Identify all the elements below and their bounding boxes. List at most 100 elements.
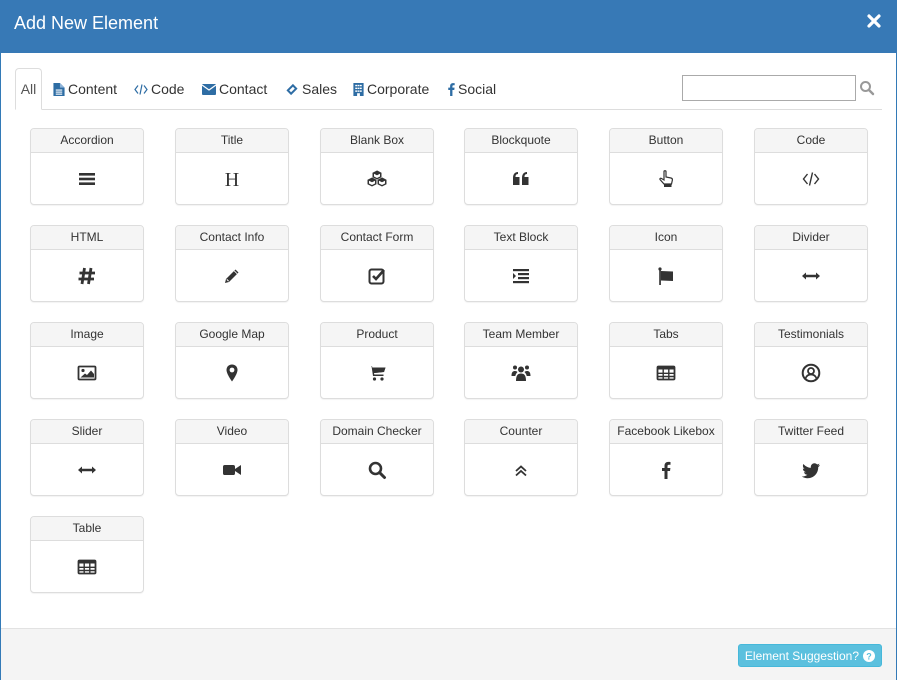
search-input[interactable] (682, 75, 856, 101)
element-card-body: H (176, 153, 288, 204)
tab-contact[interactable]: Contact (202, 68, 267, 110)
check-square-icon (368, 268, 385, 284)
element-card-body (31, 541, 143, 592)
element-card-contact-info[interactable]: Contact Info (175, 225, 289, 302)
tab-social[interactable]: Social (448, 68, 496, 110)
element-card-title: Contact Info (176, 226, 288, 250)
code-icon (134, 83, 148, 95)
element-suggestion-button[interactable]: Element Suggestion? ? (737, 644, 882, 667)
facebook-icon (662, 461, 671, 479)
element-card-testimonials[interactable]: Testimonials (754, 322, 868, 399)
users-icon (511, 365, 531, 381)
element-card-body (755, 250, 867, 301)
map-marker-icon (226, 364, 238, 381)
element-card-tabs[interactable]: Tabs (609, 322, 723, 399)
element-card-button[interactable]: Button (609, 128, 723, 205)
element-card-image[interactable]: Image (30, 322, 144, 399)
element-card-counter[interactable]: Counter (464, 419, 578, 496)
element-card-product[interactable]: Product (320, 322, 434, 399)
element-card-title: Text Block (465, 226, 577, 250)
element-card-body (465, 347, 577, 398)
element-card-body (321, 250, 433, 301)
element-card-title: Twitter Feed (755, 420, 867, 444)
element-card-text-block[interactable]: Text Block (464, 225, 578, 302)
element-card-title: Blockquote (465, 129, 577, 153)
tab-label: All (20, 81, 37, 97)
element-card-google-map[interactable]: Google Map (175, 322, 289, 399)
element-suggestion-label: Element Suggestion? (744, 648, 859, 663)
element-card-title: Button (610, 129, 722, 153)
element-card-icon[interactable]: Icon (609, 225, 723, 302)
element-card-body (755, 444, 867, 495)
tab-label: Sales (302, 81, 338, 97)
element-card-team-member[interactable]: Team Member (464, 322, 578, 399)
element-card-domain-checker[interactable]: Domain Checker (320, 419, 434, 496)
element-card-title: Facebook Likebox (610, 420, 722, 444)
element-card-title: Icon (610, 226, 722, 250)
video-camera-icon (223, 464, 241, 475)
element-card-slider[interactable]: Slider (30, 419, 144, 496)
element-card-blockquote[interactable]: Blockquote (464, 128, 578, 205)
element-card-body (31, 250, 143, 301)
building-icon (353, 82, 364, 96)
element-card-divider[interactable]: Divider (754, 225, 868, 302)
element-card-title: Image (31, 323, 143, 347)
hashtag-icon (78, 267, 95, 284)
tab-code[interactable]: Code (134, 68, 184, 110)
flag-icon (658, 266, 673, 285)
element-card-body (465, 444, 577, 495)
table-icon (656, 365, 676, 380)
element-card-accordion[interactable]: Accordion (30, 128, 144, 205)
hand-pointer-icon (659, 169, 674, 187)
element-card-title: Table (31, 517, 143, 541)
search-icon (860, 81, 875, 96)
element-card-blank-box[interactable]: Blank Box (320, 128, 434, 205)
element-card-title[interactable]: Title H (175, 128, 289, 205)
tab-sales[interactable]: Sales (285, 68, 337, 110)
tab-all[interactable]: All (15, 68, 42, 110)
element-card-video[interactable]: Video (175, 419, 289, 496)
svg-text:?: ? (866, 651, 872, 661)
element-card-body (31, 347, 143, 398)
element-card-title: Slider (31, 420, 143, 444)
cubes-icon (367, 169, 387, 187)
element-card-title: Video (176, 420, 288, 444)
modal-title: Add New Element (14, 13, 159, 33)
modal-header: Add New Element (0, 0, 897, 53)
indent-icon (513, 268, 529, 283)
svg-text:H: H (225, 169, 239, 189)
facebook-icon (448, 82, 455, 96)
tab-label: Code (151, 81, 185, 97)
envelope-icon (202, 83, 216, 95)
user-circle-icon (801, 363, 821, 382)
element-card-body (321, 444, 433, 495)
search-icon (368, 461, 386, 479)
element-card-code[interactable]: Code (754, 128, 868, 205)
search-button[interactable] (859, 80, 875, 96)
quote-left-icon (513, 171, 529, 185)
element-card-table[interactable]: Table (30, 516, 144, 593)
element-card-html[interactable]: HTML (30, 225, 144, 302)
element-card-body (610, 347, 722, 398)
element-card-title: Code (755, 129, 867, 153)
element-card-body (755, 347, 867, 398)
element-card-body (465, 250, 577, 301)
modal-footer: Element Suggestion? ? (1, 628, 896, 680)
element-card-body (610, 153, 722, 204)
tab-corporate[interactable]: Corporate (353, 68, 429, 110)
element-card-title: Title (176, 129, 288, 153)
element-card-twitter-feed[interactable]: Twitter Feed (754, 419, 868, 496)
element-card-body (465, 153, 577, 204)
arrows-h-icon (78, 466, 96, 473)
add-element-modal: Add New Element All Content Code Contact… (0, 0, 897, 680)
image-icon (77, 365, 97, 380)
element-card-contact-form[interactable]: Contact Form (320, 225, 434, 302)
close-button[interactable] (867, 14, 883, 32)
element-card-title: Contact Form (321, 226, 433, 250)
tab-content[interactable]: Content (53, 68, 117, 110)
header-icon: H (225, 169, 239, 189)
element-card-facebook-likebox[interactable]: Facebook Likebox (609, 419, 723, 496)
element-card-title: Team Member (465, 323, 577, 347)
element-card-title: HTML (31, 226, 143, 250)
tab-label: Corporate (367, 81, 430, 97)
